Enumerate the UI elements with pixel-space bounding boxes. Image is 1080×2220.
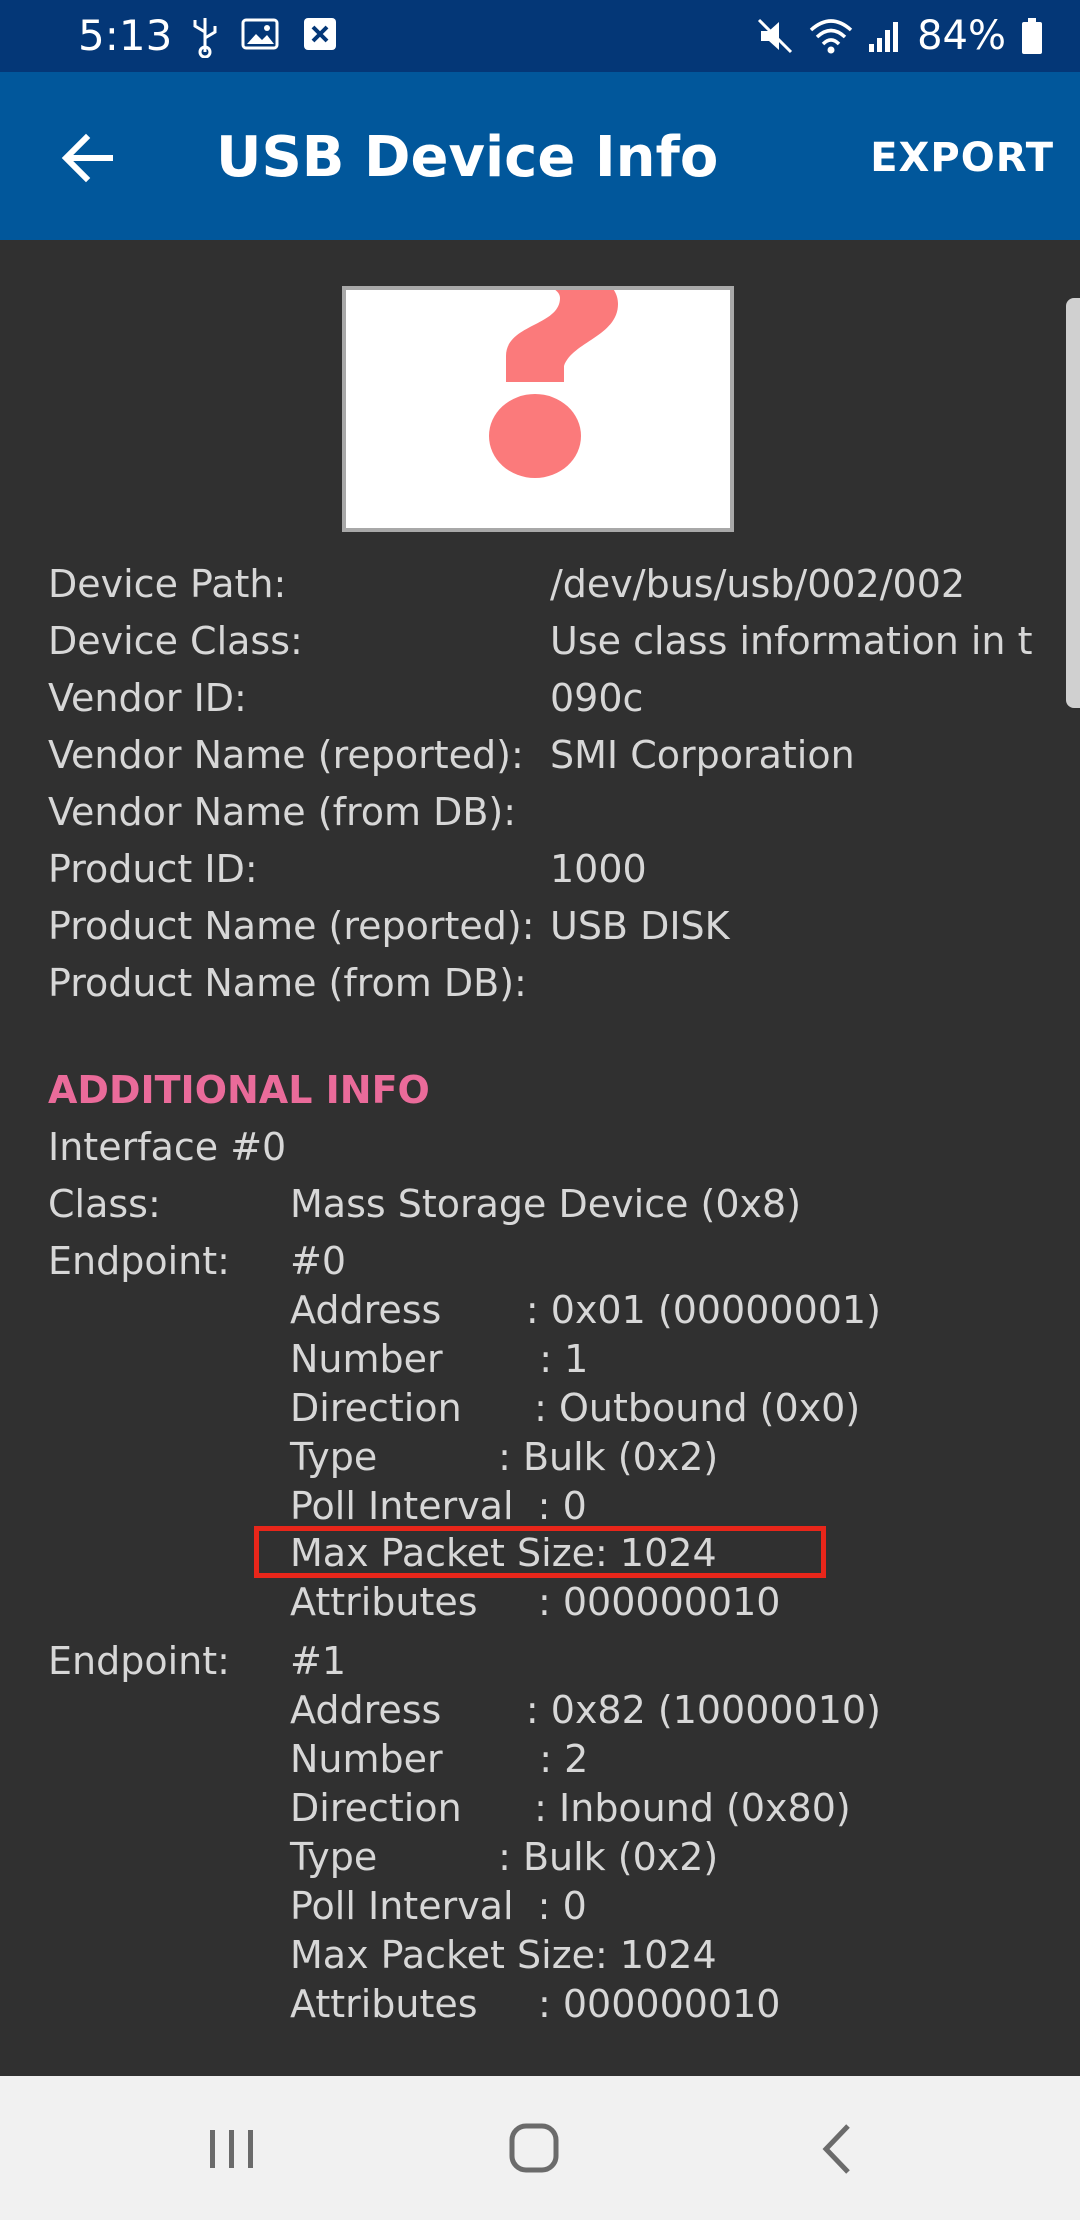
scrollbar[interactable] [1066, 298, 1080, 708]
product-name-db-label: Product Name (from DB): [48, 961, 527, 1005]
class-label: Class: [48, 1182, 161, 1226]
highlight-box [254, 1526, 826, 1578]
additional-info-header: ADDITIONAL INFO [48, 1068, 430, 1112]
content-area[interactable]: Device Path: /dev/bus/usb/002/002 Device… [0, 240, 1080, 2076]
interface-title: Interface #0 [48, 1125, 287, 1169]
endpoint-0-poll-interval: Poll Interval : 0 [290, 1484, 587, 1528]
endpoint-0-number: Number : 1 [290, 1337, 589, 1381]
mute-icon [758, 18, 793, 54]
signal-icon [869, 22, 899, 52]
battery-percent: 84% [917, 13, 1006, 59]
status-bar: 5:13 84% [0, 0, 1080, 72]
product-id-label: Product ID: [48, 847, 258, 891]
endpoint-1-attributes: Attributes : 000000010 [290, 1982, 781, 2026]
vendor-name-db-label: Vendor Name (from DB): [48, 790, 517, 834]
close-box-icon [304, 18, 336, 50]
vendor-id-label: Vendor ID: [48, 676, 247, 720]
navigation-bar [0, 2076, 1080, 2220]
endpoint-0-id: #0 [290, 1239, 347, 1283]
product-name-reported-value: USB DISK [550, 904, 730, 948]
class-value: Mass Storage Device (0x8) [290, 1182, 802, 1226]
nav-back-icon[interactable] [798, 2114, 878, 2184]
status-time: 5:13 [78, 11, 173, 60]
vendor-name-reported-value: SMI Corporation [550, 733, 855, 777]
device-path-label: Device Path: [48, 562, 287, 606]
battery-icon [1022, 18, 1042, 54]
endpoint-0-address: Address : 0x01 (00000001) [290, 1288, 881, 1332]
export-button[interactable]: EXPORT [870, 126, 1054, 190]
arrow-back-icon[interactable] [54, 124, 122, 192]
device-image [342, 286, 734, 532]
endpoint-1-type: Type : Bulk (0x2) [290, 1835, 719, 1879]
vendor-id-value: 090c [550, 676, 644, 720]
endpoint-0-label: Endpoint: [48, 1239, 230, 1283]
product-name-reported-label: Product Name (reported): [48, 904, 535, 948]
endpoint-0-direction: Direction : Outbound (0x0) [290, 1386, 861, 1430]
endpoint-0-type: Type : Bulk (0x2) [290, 1435, 719, 1479]
app-bar: USB Device Info EXPORT [0, 72, 1080, 240]
vendor-name-reported-label: Vendor Name (reported): [48, 733, 524, 777]
device-class-label: Device Class: [48, 619, 303, 663]
endpoint-1-label: Endpoint: [48, 1639, 230, 1683]
endpoint-1-address: Address : 0x82 (10000010) [290, 1688, 881, 1732]
endpoint-1-poll-interval: Poll Interval : 0 [290, 1884, 587, 1928]
usb-icon [193, 18, 217, 58]
page-title: USB Device Info [216, 125, 719, 190]
question-mark-icon [489, 290, 618, 478]
endpoint-1-id: #1 [290, 1639, 347, 1683]
recents-icon[interactable] [192, 2114, 272, 2184]
endpoint-1-max-packet-size: Max Packet Size: 1024 [290, 1933, 717, 1977]
device-path-value: /dev/bus/usb/002/002 [550, 562, 966, 606]
product-id-value: 1000 [550, 847, 647, 891]
device-class-value: Use class information in th [550, 619, 1032, 663]
endpoint-0-attributes: Attributes : 000000010 [290, 1580, 781, 1624]
home-icon[interactable] [494, 2114, 574, 2184]
endpoint-1-direction: Direction : Inbound (0x80) [290, 1786, 851, 1830]
wifi-icon [809, 19, 853, 54]
endpoint-1-number: Number : 2 [290, 1737, 589, 1781]
image-icon [241, 18, 279, 50]
